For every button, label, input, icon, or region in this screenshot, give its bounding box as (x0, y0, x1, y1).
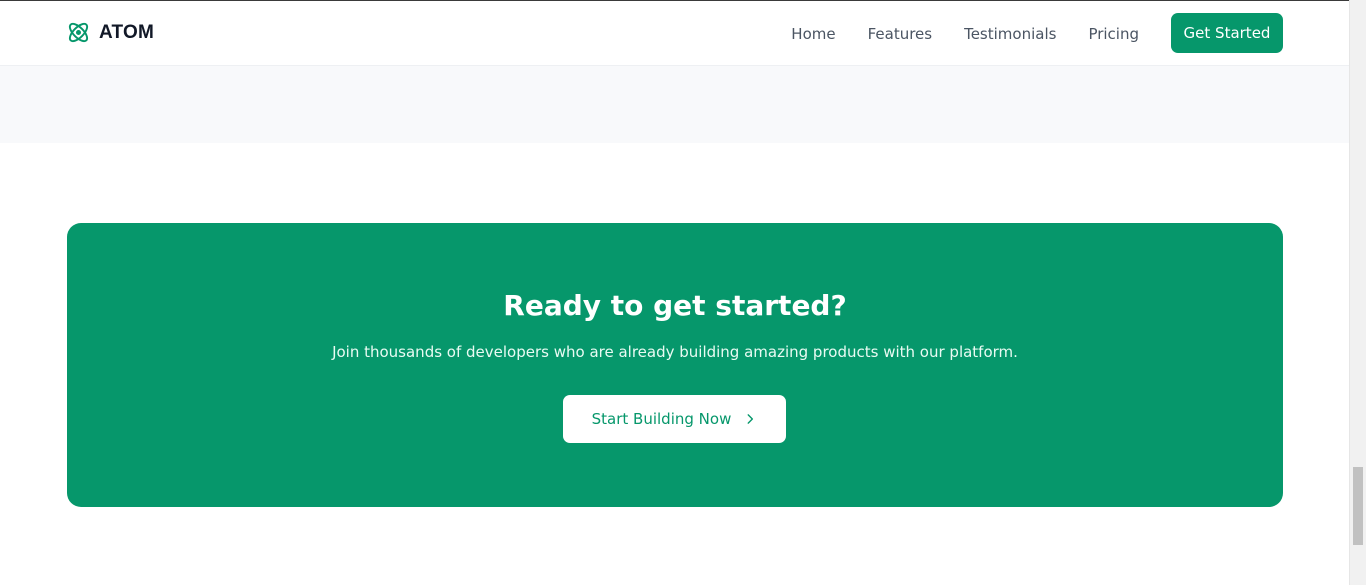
brand-logo[interactable]: ATOM (67, 21, 154, 44)
chevron-right-icon (747, 414, 754, 424)
window-top-border (0, 0, 1349, 1)
nav-link-testimonials[interactable]: Testimonials (964, 25, 1056, 43)
cta-subtitle: Join thousands of developers who are alr… (332, 343, 1018, 361)
vertical-scrollbar[interactable] (1349, 0, 1366, 585)
start-building-button[interactable]: Start Building Now (563, 395, 786, 443)
nav-link-features[interactable]: Features (868, 25, 933, 43)
start-building-label: Start Building Now (591, 410, 732, 428)
navbar: ATOM Home Features Testimonials Pricing … (0, 1, 1349, 66)
nav-links: Home Features Testimonials Pricing (759, 25, 1139, 43)
cta-title: Ready to get started? (503, 289, 847, 322)
page: ATOM Home Features Testimonials Pricing … (0, 0, 1349, 585)
cta-section: Ready to get started? Join thousands of … (67, 223, 1283, 507)
scrollbar-thumb[interactable] (1353, 467, 1363, 545)
atom-icon (68, 22, 89, 43)
brand-name: ATOM (99, 21, 154, 43)
nav-link-pricing[interactable]: Pricing (1088, 25, 1139, 43)
get-started-button[interactable]: Get Started (1171, 13, 1283, 53)
nav-link-home[interactable]: Home (791, 25, 835, 43)
